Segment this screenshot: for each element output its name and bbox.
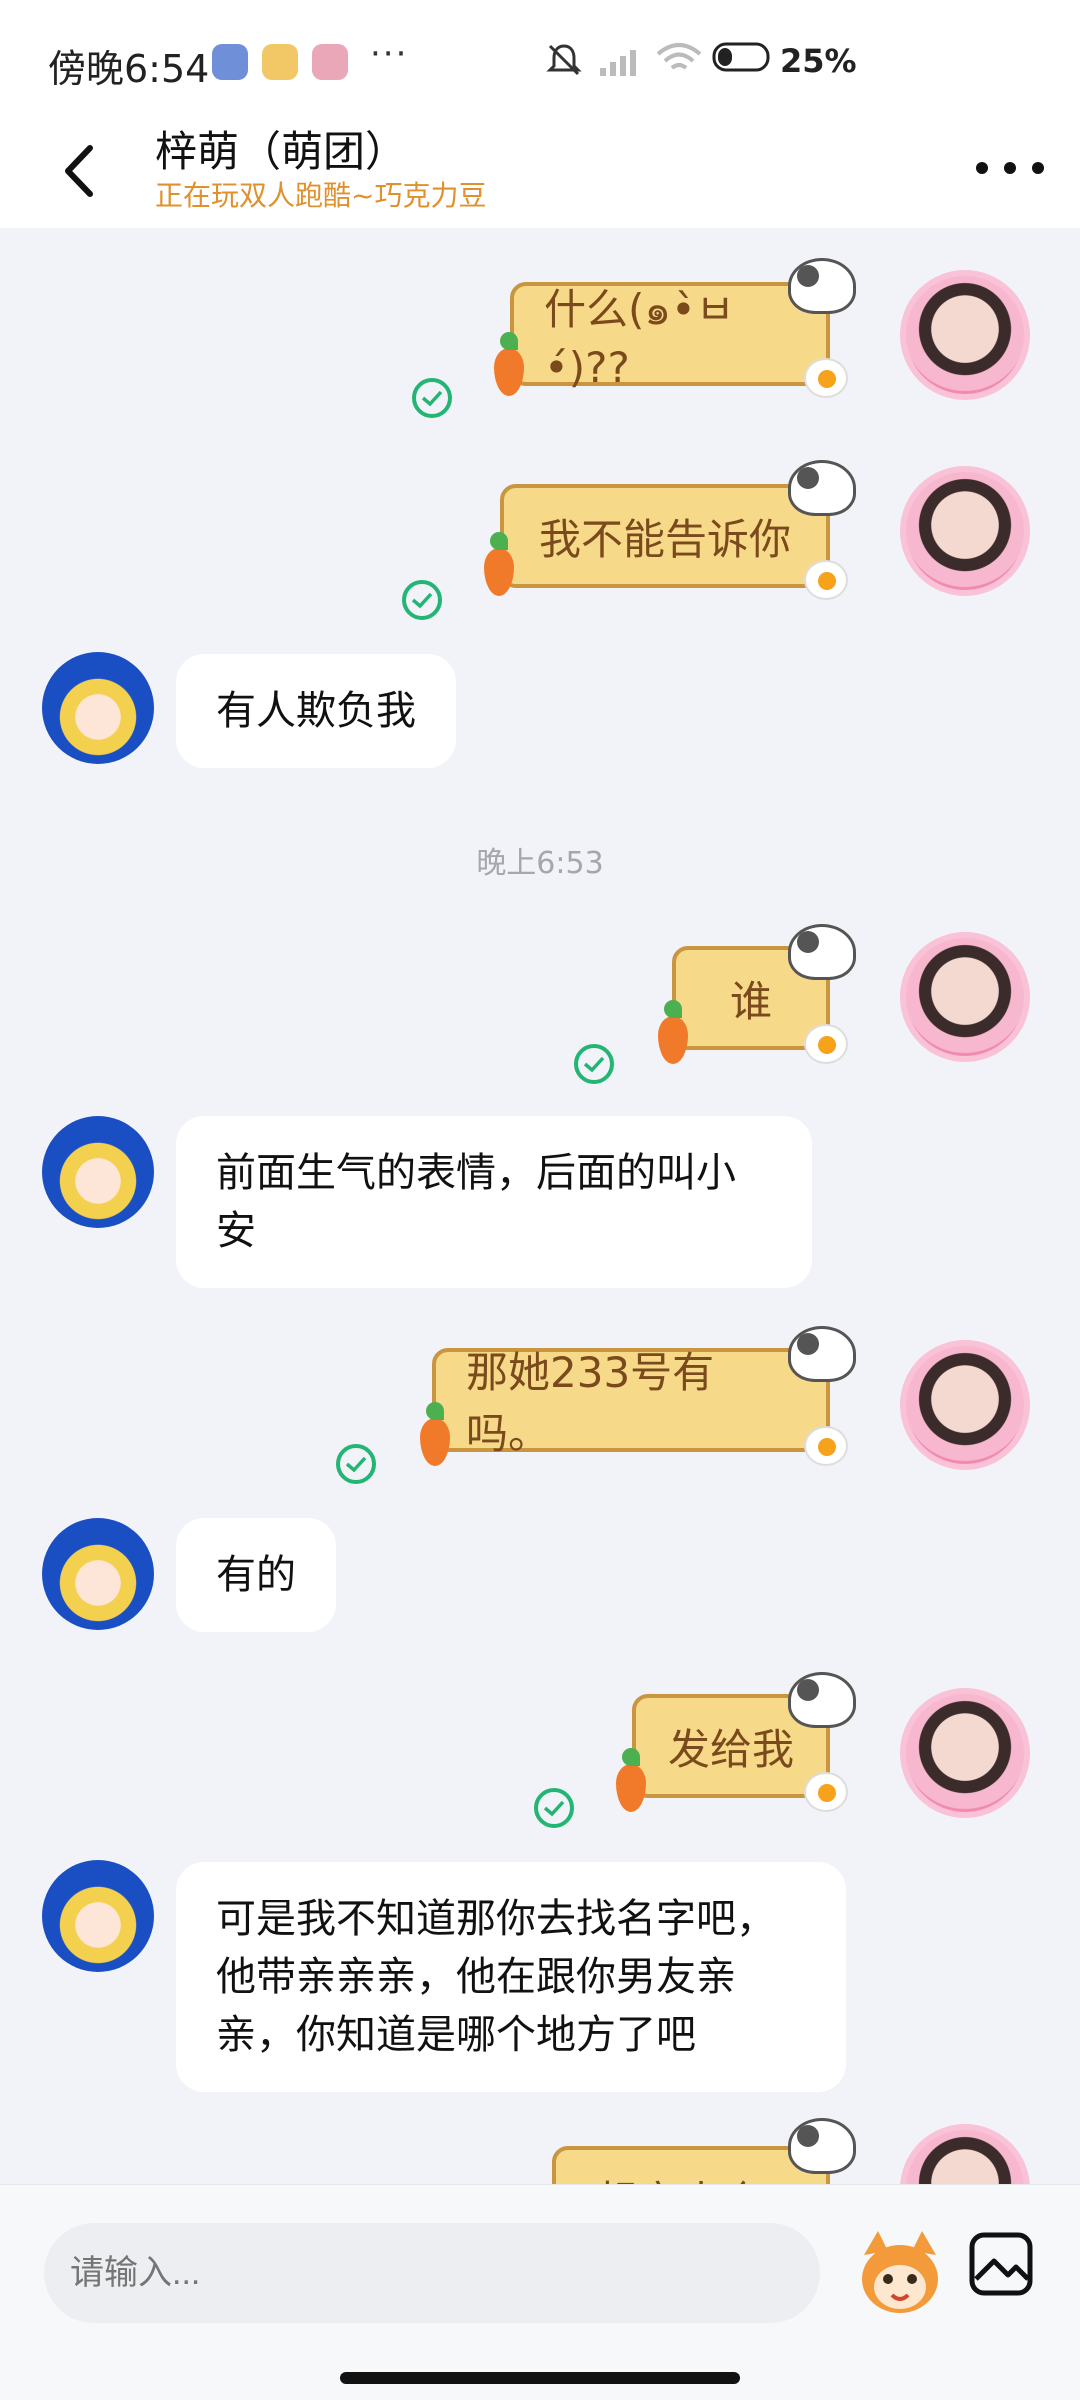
read-check-icon	[336, 1444, 376, 1484]
contact-avatar[interactable]	[42, 1518, 154, 1630]
sticker-text: 谁	[729, 976, 772, 1026]
back-arrow-icon[interactable]	[50, 136, 110, 206]
my-avatar[interactable]	[900, 466, 1030, 596]
status-bar: 傍晚6:54 ··· 25%	[0, 0, 1080, 118]
sticker-text: 发给我	[667, 1724, 794, 1774]
text-message[interactable]: 有的	[176, 1518, 336, 1632]
sticker-text: 什么(๑•̀ㅂ•́)??	[544, 285, 735, 392]
battery-level: 25%	[780, 42, 857, 80]
contact-status: 正在玩双人跑酷~巧克力豆	[155, 179, 487, 212]
read-check-icon	[574, 1044, 614, 1084]
carrot-icon	[494, 332, 524, 396]
mute-icon	[546, 44, 582, 76]
status-time: 傍晚6:54	[48, 47, 210, 91]
cat-sticker-icon	[788, 1672, 856, 1728]
sticker-text: 那她233号有吗。	[466, 1348, 715, 1458]
app-notification-icon	[212, 44, 248, 80]
my-avatar[interactable]	[900, 270, 1030, 400]
message-text: 可是我不知道那你去找名字吧，他带亲亲亲，他在跟你男友亲亲，你知道是哪个地方了吧	[216, 1896, 776, 2058]
cat-sticker-icon	[788, 1326, 856, 1382]
chat-header: 梓萌（萌团） 正在玩双人跑酷~巧克力豆	[0, 118, 1080, 228]
cat-sticker-icon	[788, 2118, 856, 2174]
my-avatar[interactable]	[900, 1688, 1030, 1818]
contact-avatar[interactable]	[42, 1860, 154, 1972]
my-avatar[interactable]	[900, 2124, 1030, 2184]
egg-icon	[804, 560, 848, 600]
read-check-icon	[534, 1788, 574, 1828]
text-message[interactable]: 前面生气的表情，后面的叫小安	[176, 1116, 812, 1288]
cat-sticker-icon	[788, 924, 856, 980]
sticker-message[interactable]: 什么(๑•̀ㅂ•́)??	[510, 282, 830, 392]
more-icon[interactable]	[970, 148, 1050, 188]
battery-icon	[712, 42, 770, 72]
message-text: 有人欺负我	[216, 688, 416, 734]
egg-icon	[804, 1426, 848, 1466]
cat-sticker-icon	[788, 460, 856, 516]
message-text: 有的	[216, 1552, 296, 1598]
contact-name: 梓萌（萌团）	[155, 127, 408, 176]
my-avatar[interactable]	[900, 932, 1030, 1062]
carrot-icon	[484, 532, 514, 596]
emoji-icon[interactable]	[850, 2225, 950, 2321]
my-avatar[interactable]	[900, 1340, 1030, 1470]
carrot-icon	[658, 1000, 688, 1064]
chat-message-list[interactable]: 什么(๑•̀ㅂ•́)?? 我不能告诉你 有人欺负我 晚上6:53 谁 前面生气的…	[0, 228, 1080, 2184]
egg-icon	[804, 1772, 848, 1812]
egg-icon	[804, 358, 848, 398]
sticker-message[interactable]: 那她233号有吗。	[432, 1348, 830, 1458]
cat-sticker-icon	[788, 258, 856, 314]
contact-avatar[interactable]	[42, 652, 154, 764]
message-input-bar	[0, 2184, 1080, 2400]
text-message[interactable]: 有人欺负我	[176, 654, 456, 768]
egg-icon	[804, 1024, 848, 1064]
signal-icon	[600, 50, 636, 76]
message-input[interactable]	[44, 2223, 820, 2323]
message-timestamp: 晚上6:53	[476, 846, 604, 881]
more-notifications-icon: ···	[370, 34, 409, 74]
carrot-icon	[616, 1748, 646, 1812]
sticker-text: 我不能告诉你	[538, 514, 791, 564]
app-notification-icon	[312, 44, 348, 80]
sticker-text: 想亲小介?	[596, 2168, 786, 2185]
carrot-icon	[420, 1402, 450, 1466]
text-message[interactable]: 可是我不知道那你去找名字吧，他带亲亲亲，他在跟你男友亲亲，你知道是哪个地方了吧	[176, 1862, 846, 2092]
contact-avatar[interactable]	[42, 1116, 154, 1228]
message-text: 前面生气的表情，后面的叫小安	[216, 1150, 736, 1254]
app-notification-icon	[262, 44, 298, 80]
sticker-message[interactable]: 我不能告诉你	[500, 484, 830, 588]
home-indicator[interactable]	[340, 2372, 740, 2384]
read-check-icon	[412, 378, 452, 418]
read-check-icon	[402, 580, 442, 620]
image-icon[interactable]	[968, 2231, 1034, 2297]
wifi-icon	[656, 43, 702, 70]
